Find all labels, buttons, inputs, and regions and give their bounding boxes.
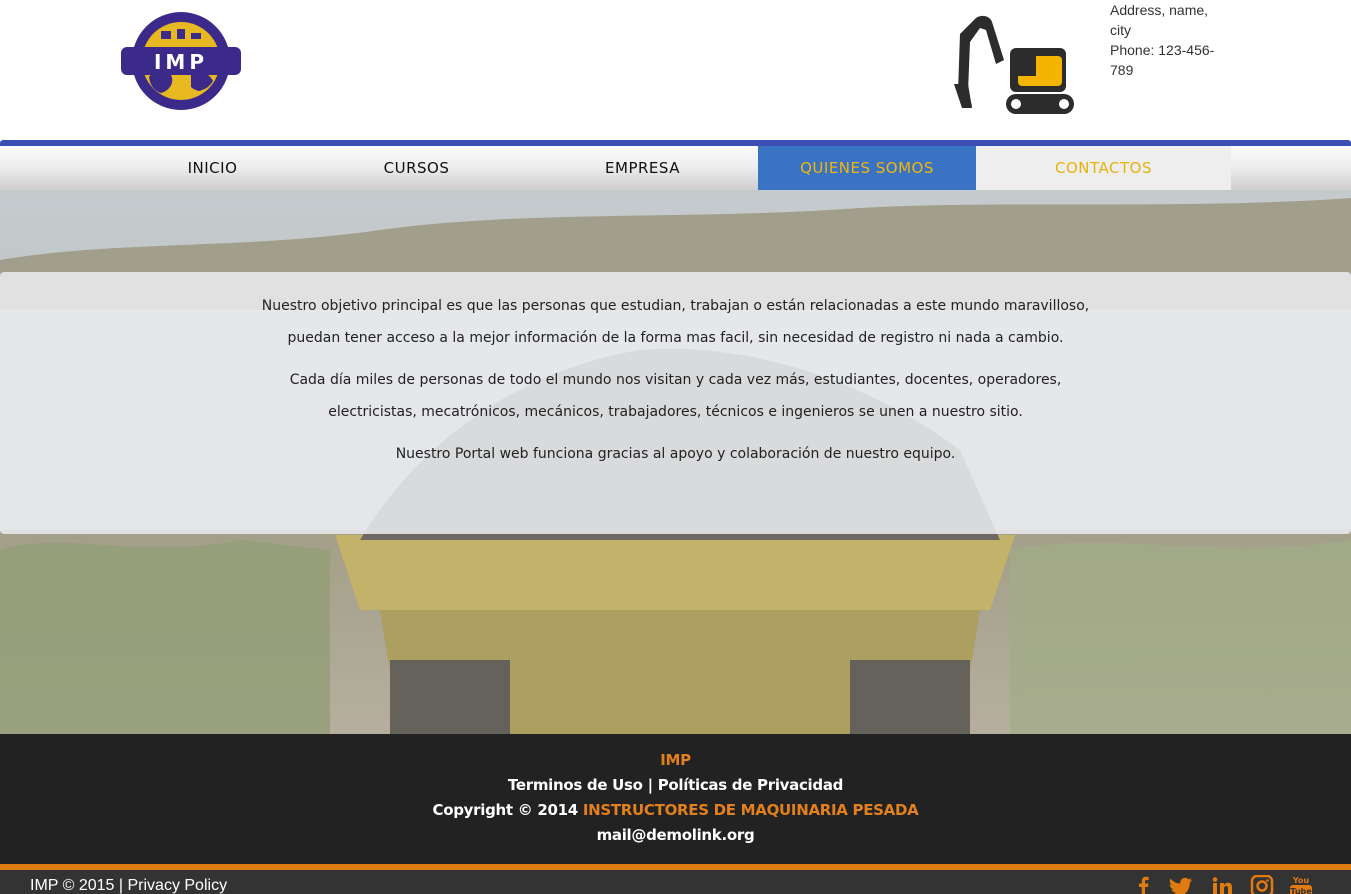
footer-copyright-text: Copyright © 2014 (432, 801, 579, 819)
imp-logo[interactable]: IMP (121, 11, 241, 112)
instagram-icon[interactable] (1249, 875, 1275, 894)
logo-wheel-icon (194, 81, 204, 91)
main-nav: INICIO CURSOS EMPRESA QUIENES SOMOS CONT… (0, 146, 1351, 190)
header-phone: Phone: 123-456-789 (1110, 42, 1215, 78)
nav-item-cursos[interactable]: CURSOS (315, 146, 518, 190)
excavator-icon (954, 15, 1074, 114)
hero-section: Nuestro objetivo principal es que las pe… (0, 190, 1351, 734)
excavator-wheel-1 (1011, 99, 1021, 109)
header-address: Address, name, city (1110, 2, 1209, 38)
about-paragraph-2: Cada día miles de personas de todo el mu… (289, 372, 1062, 420)
nav-item-quienes-somos[interactable]: QUIENES SOMOS (758, 146, 976, 190)
excavator-wheel-2 (1059, 99, 1069, 109)
footer-company-name: INSTRUCTORES DE MAQUINARIA PESADA (582, 801, 919, 819)
site-footer: IMP Terminos de Uso | Políticas de Priva… (0, 734, 1351, 864)
bottom-bar: IMP © 2015 | Privacy Policy You Tube (0, 870, 1351, 894)
youtube-icon[interactable]: You Tube (1288, 875, 1314, 894)
twitter-icon[interactable] (1168, 875, 1194, 894)
site-header: IMP Address, name, city Phone: 123-456-7… (0, 0, 1351, 140)
footer-brand: IMP (660, 751, 691, 769)
linkedin-icon[interactable] (1209, 875, 1235, 894)
logo-text: IMP (154, 50, 208, 74)
footer-email[interactable]: mail@demolink.org (0, 823, 1351, 848)
nav-item-inicio[interactable]: INICIO (110, 146, 315, 190)
footer-links: Terminos de Uso | Políticas de Privacida… (0, 773, 1351, 798)
nav-item-empresa[interactable]: EMPRESA (527, 146, 758, 190)
footer-privacy-link[interactable]: Políticas de Privacidad (658, 776, 844, 794)
about-paragraph-3: Nuestro Portal web funciona gracias al a… (395, 446, 956, 462)
about-content-panel: Nuestro objetivo principal es que las pe… (0, 272, 1351, 534)
bottom-copyright: IMP © 2015 | Privacy Policy (30, 877, 227, 894)
footer-copyright: Copyright © 2014 INSTRUCTORES DE MAQUINA… (0, 798, 1351, 823)
header-contact-info: Address, name, city Phone: 123-456-789 (1110, 0, 1230, 80)
footer-separator: | (647, 776, 653, 794)
footer-terms-link[interactable]: Terminos de Uso (508, 776, 643, 794)
nav-item-contactos[interactable]: CONTACTOS (976, 146, 1231, 190)
excavator-bucket (954, 84, 972, 108)
bottom-copyright-text: IMP © 2015 | (30, 877, 128, 894)
privacy-policy-link[interactable]: Privacy Policy (127, 877, 227, 894)
svg-text:Tube: Tube (1290, 887, 1312, 894)
svg-text:You: You (1292, 876, 1310, 885)
facebook-icon[interactable] (1130, 875, 1156, 894)
excavator-window (1018, 56, 1036, 76)
logo-machine-icon (161, 31, 171, 39)
about-paragraph-1: Nuestro objetivo principal es que las pe… (261, 298, 1090, 346)
logo-machine-icon-2 (177, 29, 185, 39)
logo-machine-icon-3 (191, 33, 201, 39)
